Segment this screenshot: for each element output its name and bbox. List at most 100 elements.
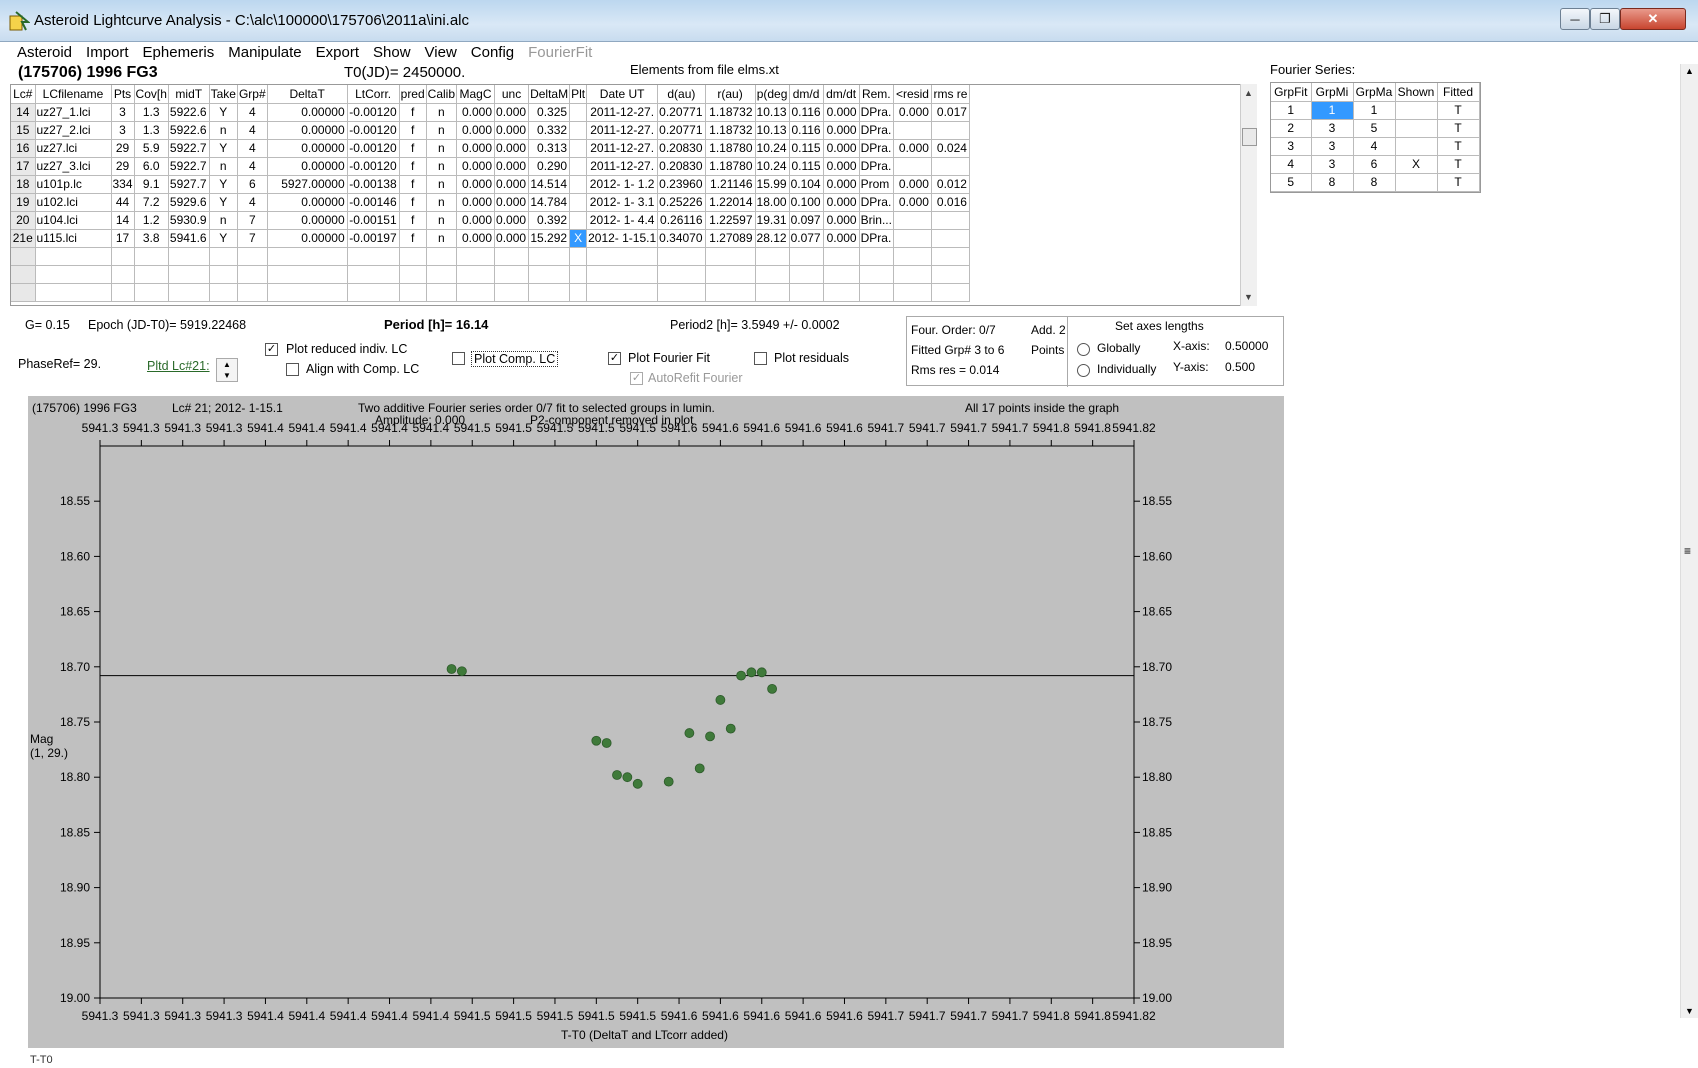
- grid-cell[interactable]: 9.1: [134, 175, 169, 194]
- spin-down-icon[interactable]: ▼: [223, 371, 231, 380]
- fs-cell[interactable]: 8: [1353, 173, 1396, 192]
- grid-cell[interactable]: [789, 265, 824, 284]
- grid-cell[interactable]: [893, 229, 932, 248]
- grid-cell[interactable]: 14: [111, 211, 135, 230]
- grid-cell[interactable]: 2012- 1- 4.4: [586, 211, 659, 230]
- grid-cell[interactable]: 0.000: [823, 139, 860, 158]
- grid-cell[interactable]: 0.000: [823, 157, 860, 176]
- grid-cell[interactable]: 1.18780: [705, 139, 756, 158]
- grid-cell[interactable]: 0.000: [494, 157, 530, 176]
- grid-cell[interactable]: [168, 247, 210, 266]
- grid-cell[interactable]: 0.116: [789, 121, 824, 140]
- grid-cell[interactable]: 1.3: [134, 103, 169, 122]
- lightcurve-grid[interactable]: Lc# LCfilename Pts Cov[h midT Take Grp# DeltaT L…: [10, 84, 1254, 306]
- grid-cell[interactable]: uz27_1.lci: [35, 103, 112, 122]
- grid-column-header[interactable]: r(au): [705, 85, 756, 104]
- grid-cell[interactable]: [494, 247, 530, 266]
- grid-empty-row[interactable]: [11, 265, 970, 284]
- grid-cell[interactable]: [111, 265, 135, 284]
- fs-cell[interactable]: 3: [1311, 119, 1354, 138]
- grid-cell[interactable]: 0.000: [823, 193, 860, 212]
- grid-row[interactable]: 16 uz27.lci 29 5.9 5922.7 Y 4 0.00000 -0.00120 f n…: [11, 139, 970, 158]
- grid-cell[interactable]: 3.8: [134, 229, 169, 248]
- globally-radio[interactable]: [1077, 343, 1090, 356]
- grid-cell[interactable]: DPra.: [859, 103, 894, 122]
- grid-cell[interactable]: [931, 247, 970, 266]
- grid-cell[interactable]: 6.0: [134, 157, 169, 176]
- grid-cell[interactable]: [134, 283, 169, 302]
- grid-cell[interactable]: f: [399, 175, 427, 194]
- grid-cell[interactable]: [705, 283, 756, 302]
- grid-cell[interactable]: n: [426, 229, 458, 248]
- fs-cell[interactable]: 5: [1353, 119, 1396, 138]
- grid-cell[interactable]: [789, 283, 824, 302]
- grid-cell[interactable]: DPra.: [859, 157, 894, 176]
- close-button[interactable]: ✕: [1620, 8, 1686, 30]
- grid-cell[interactable]: 0.000: [456, 211, 496, 230]
- scroll-up-icon[interactable]: ▲: [1244, 88, 1253, 98]
- grid-cell[interactable]: -0.00120: [347, 121, 400, 140]
- grid-cell[interactable]: [347, 265, 400, 284]
- grid-cell[interactable]: 4: [237, 121, 268, 140]
- grid-cell[interactable]: [347, 247, 400, 266]
- grid-cell[interactable]: f: [399, 193, 427, 212]
- grid-cell[interactable]: 0.000: [494, 121, 530, 140]
- grid-cell[interactable]: f: [399, 121, 427, 140]
- grid-cell[interactable]: [209, 283, 238, 302]
- grid-cell[interactable]: 1.3: [134, 121, 169, 140]
- window-scroll-up-icon[interactable]: ▲: [1685, 66, 1694, 76]
- grid-cell[interactable]: 0.000: [494, 175, 530, 194]
- grid-cell[interactable]: n: [209, 157, 238, 176]
- grid-cell[interactable]: 1.22597: [705, 211, 756, 230]
- grid-column-header[interactable]: LCfilename: [35, 85, 112, 104]
- grid-row[interactable]: 20 u104.lci 14 1.2 5930.9 n 7 0.00000 -0.00151 f n…: [11, 211, 970, 230]
- grid-empty-row[interactable]: [11, 247, 970, 266]
- grid-cell[interactable]: 0.25226: [657, 193, 706, 212]
- grid-cell[interactable]: 29: [111, 139, 135, 158]
- grid-cell[interactable]: [657, 283, 706, 302]
- fs-cell[interactable]: 2: [1271, 119, 1312, 138]
- grid-cell[interactable]: [893, 121, 932, 140]
- fs-cell[interactable]: 6: [1353, 155, 1396, 174]
- grid-cell[interactable]: 5941.6: [168, 229, 210, 248]
- grid-cell[interactable]: 0.00000: [267, 121, 348, 140]
- grid-column-header[interactable]: d(au): [657, 85, 706, 104]
- grid-cell[interactable]: 15.292: [528, 229, 571, 248]
- fs-row[interactable]: 111T: [1271, 101, 1480, 120]
- grid-cell[interactable]: -0.00120: [347, 139, 400, 158]
- grid-column-header[interactable]: unc: [494, 85, 530, 104]
- grid-cell[interactable]: n: [209, 121, 238, 140]
- grid-cell[interactable]: [893, 211, 932, 230]
- grid-cell[interactable]: DPra.: [859, 193, 894, 212]
- grid-cell[interactable]: [237, 247, 268, 266]
- grid-cell[interactable]: 0.024: [931, 139, 970, 158]
- grid-cell[interactable]: [528, 247, 571, 266]
- grid-cell[interactable]: 5922.7: [168, 157, 210, 176]
- grid-cell[interactable]: 0.00000: [267, 157, 348, 176]
- fs-column-header[interactable]: GrpMa: [1353, 83, 1396, 102]
- grid-cell[interactable]: uz27_3.lci: [35, 157, 112, 176]
- grid-cell[interactable]: 20: [11, 211, 36, 230]
- grid-cell[interactable]: 14.514: [528, 175, 571, 194]
- menu-show[interactable]: Show: [366, 42, 418, 64]
- grid-column-header[interactable]: Date UT: [586, 85, 659, 104]
- grid-cell[interactable]: 0.000: [823, 121, 860, 140]
- grid-column-header[interactable]: DeltaT: [267, 85, 348, 104]
- grid-cell[interactable]: [267, 283, 348, 302]
- grid-cell[interactable]: DPra.: [859, 121, 894, 140]
- grid-cell[interactable]: 2012- 1- 1.2: [586, 175, 659, 194]
- grid-cell[interactable]: 28.12: [755, 229, 790, 248]
- fs-cell[interactable]: T: [1437, 173, 1480, 192]
- grid-cell[interactable]: 0.000: [456, 193, 496, 212]
- grid-cell[interactable]: 0.115: [789, 157, 824, 176]
- grid-cell[interactable]: [705, 265, 756, 284]
- grid-cell[interactable]: 5930.9: [168, 211, 210, 230]
- grid-cell[interactable]: [569, 157, 588, 176]
- menu-asteroid[interactable]: Asteroid: [10, 42, 79, 64]
- fs-cell[interactable]: 1: [1271, 101, 1312, 120]
- grid-cell[interactable]: 0.000: [456, 229, 496, 248]
- grid-cell[interactable]: 0.00000: [267, 103, 348, 122]
- grid-cell[interactable]: [569, 211, 588, 230]
- grid-cell[interactable]: u101p.lc: [35, 175, 112, 194]
- pltd-lc-label[interactable]: Pltd Lc#21:: [147, 359, 210, 373]
